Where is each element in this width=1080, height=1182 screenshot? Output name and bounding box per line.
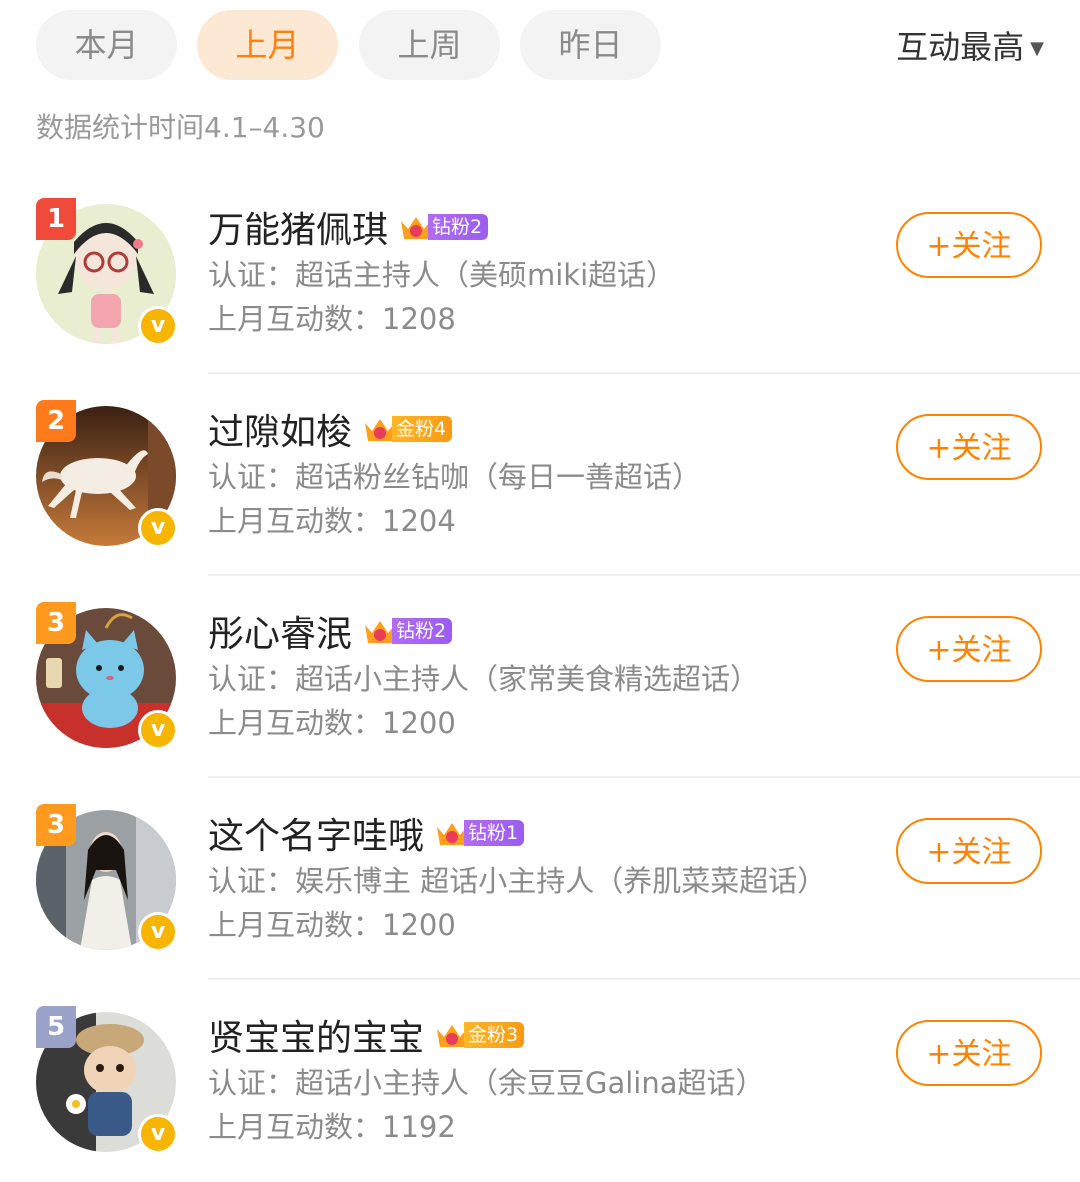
tab-this-month[interactable]: 本月 — [36, 10, 177, 80]
interaction-count: 上月互动数：1192 — [208, 1110, 456, 1144]
certification-text: 认证：娱乐博主 超话小主持人（养肌菜菜超话） — [208, 864, 827, 898]
list-item[interactable]: 2 v 过隙如梭 金粉4 认证：超话粉丝钻咖（每日一善超话） 上月互动数：120… — [0, 374, 1080, 576]
tab-last-week[interactable]: 上周 — [359, 10, 500, 80]
caret-down-icon: ▼ — [1030, 38, 1044, 59]
list-item[interactable]: 1 v 万能猪佩琪 钻粉2 认证：超话主持人（美硕miki超话） 上月互动数：1… — [0, 172, 1080, 374]
user-name[interactable]: 这个名字哇哦 — [208, 807, 424, 859]
user-name[interactable]: 万能猪佩琪 — [208, 201, 388, 253]
verified-icon: v — [138, 306, 178, 346]
follow-button[interactable]: +关注 — [896, 818, 1042, 884]
list-item[interactable]: 5 v 贤宝宝的宝宝 金粉3 认证：超话小主持人（余豆豆Galina超话） 上月… — [0, 980, 1080, 1182]
fan-level-badge: 钻粉1 — [434, 817, 525, 849]
interaction-count: 上月互动数：1200 — [208, 706, 456, 740]
certification-text: 认证：超话小主持人（余豆豆Galina超话） — [208, 1066, 765, 1100]
interaction-count: 上月互动数：1204 — [208, 504, 456, 538]
tab-yesterday[interactable]: 昨日 — [520, 10, 661, 80]
follow-button[interactable]: +关注 — [896, 616, 1042, 682]
certification-text: 认证：超话粉丝钻咖（每日一善超话） — [208, 460, 702, 494]
verified-icon: v — [138, 508, 178, 548]
rank-badge: 5 — [36, 1006, 76, 1048]
follow-button[interactable]: +关注 — [896, 212, 1042, 278]
list-item[interactable]: 3 v 彤心睿泯 钻粉2 认证：超话小主持人（家常美食精选超话） 上月互动数：1… — [0, 576, 1080, 778]
follow-button[interactable]: +关注 — [896, 414, 1042, 480]
name-line: 过隙如梭 金粉4 — [208, 403, 453, 455]
user-name[interactable]: 彤心睿泯 — [208, 605, 352, 657]
fan-level-badge: 金粉4 — [362, 413, 453, 445]
rank-badge: 3 — [36, 804, 76, 846]
stat-time-text: 数据统计时间4.1–4.30 — [36, 111, 325, 144]
rank-badge: 1 — [36, 198, 76, 240]
verified-icon: v — [138, 710, 178, 750]
sort-label: 互动最高 — [896, 28, 1025, 66]
user-name[interactable]: 贤宝宝的宝宝 — [208, 1009, 424, 1061]
period-tabs: 本月 上月 上周 昨日 互动最高 ▼ — [0, 0, 1080, 92]
verified-icon: v — [138, 912, 178, 952]
certification-text: 认证：超话主持人（美硕miki超话） — [208, 258, 676, 292]
fan-level-label: 金粉4 — [392, 416, 453, 442]
rank-badge: 3 — [36, 602, 76, 644]
sort-dropdown[interactable]: 互动最高 ▼ — [896, 22, 1044, 72]
name-line: 彤心睿泯 钻粉2 — [208, 605, 453, 657]
fan-level-label: 钻粉2 — [428, 214, 489, 240]
user-name[interactable]: 过隙如梭 — [208, 403, 352, 455]
name-line: 这个名字哇哦 钻粉1 — [208, 807, 525, 859]
fan-level-label: 金粉3 — [464, 1022, 525, 1048]
verified-icon: v — [138, 1114, 178, 1154]
list-item[interactable]: 3 v 这个名字哇哦 钻粉1 认证：娱乐博主 超话小主持人（养肌菜菜超话） 上月… — [0, 778, 1080, 980]
interaction-count: 上月互动数：1200 — [208, 908, 456, 942]
fan-level-label: 钻粉2 — [392, 618, 453, 644]
fan-level-badge: 钻粉2 — [362, 615, 453, 647]
fan-level-badge: 金粉3 — [434, 1019, 525, 1051]
follow-button[interactable]: +关注 — [896, 1020, 1042, 1086]
fan-level-badge: 钻粉2 — [398, 211, 489, 243]
fan-level-label: 钻粉1 — [464, 820, 525, 846]
name-line: 万能猪佩琪 钻粉2 — [208, 201, 489, 253]
rank-badge: 2 — [36, 400, 76, 442]
certification-text: 认证：超话小主持人（家常美食精选超话） — [208, 662, 760, 696]
interaction-count: 上月互动数：1208 — [208, 302, 456, 336]
tab-last-month[interactable]: 上月 — [197, 10, 338, 80]
name-line: 贤宝宝的宝宝 金粉3 — [208, 1009, 525, 1061]
